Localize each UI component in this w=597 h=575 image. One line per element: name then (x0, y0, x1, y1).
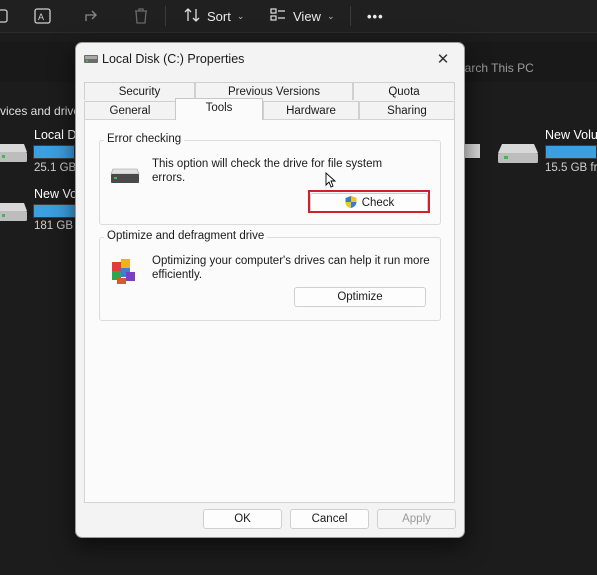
description-line: This option will check the drive for fil… (152, 158, 383, 170)
drive-icon (84, 52, 98, 64)
optimize-button[interactable]: Optimize (294, 287, 426, 307)
hard-drive-icon (0, 199, 28, 228)
more-options-button[interactable]: ••• (367, 6, 384, 26)
view-label: View (293, 8, 321, 24)
apply-button-label: Apply (402, 513, 431, 525)
description-line: efficiently. (152, 269, 203, 281)
cancel-button[interactable]: Cancel (290, 509, 369, 529)
ok-button[interactable]: OK (203, 509, 282, 529)
hard-drive-icon (110, 168, 140, 189)
description-line: Optimizing your computer's drives can he… (152, 255, 430, 267)
description-line: errors. (152, 172, 186, 184)
view-icon (269, 6, 287, 27)
rename-icon[interactable]: A (33, 6, 53, 26)
drive-usage-bar (33, 145, 79, 159)
error-checking-description: This option will check the drive for fil… (152, 157, 382, 185)
defragment-icon (109, 256, 139, 291)
tab-general[interactable]: General (84, 101, 176, 119)
toolbar-separator (350, 6, 351, 26)
optimize-label: Optimize and defragment drive (104, 230, 268, 242)
hard-drive-icon (497, 140, 539, 171)
ok-button-label: OK (234, 513, 251, 525)
explorer-toolbar: A Sort ⌄ View ⌄ ••• (0, 0, 597, 33)
chevron-down-icon: ⌄ (326, 10, 335, 21)
drive-size: 181 GB (34, 220, 73, 232)
cancel-button-label: Cancel (311, 513, 348, 525)
drive-size: 25.1 GB (34, 162, 77, 174)
toolbar-separator (165, 6, 166, 26)
drive-usage-bar (545, 145, 597, 159)
tools-tab-panel: Error checking This option will check th… (84, 119, 455, 503)
dialog-titlebar[interactable]: Local Disk (C:) Properties ✕ (76, 43, 464, 75)
more-icon: ••• (367, 8, 384, 24)
tab-quota[interactable]: Quota (353, 82, 455, 100)
sort-label: Sort (207, 8, 231, 24)
view-button[interactable]: View ⌄ (269, 6, 335, 26)
tab-hardware[interactable]: Hardware (263, 101, 359, 119)
drive-name: New Vol (34, 187, 80, 201)
mouse-cursor-icon (325, 171, 337, 193)
close-icon: ✕ (436, 51, 450, 68)
drive-name: New Volu (545, 128, 597, 142)
drive-size: 15.5 GB fr (545, 162, 597, 174)
optimize-button-label: Optimize (337, 291, 383, 303)
tab-sharing[interactable]: Sharing (359, 101, 455, 119)
copy-icon[interactable] (0, 6, 14, 26)
search-input[interactable]: earch This PC (458, 61, 534, 75)
delete-icon[interactable] (131, 6, 151, 26)
svg-text:A: A (38, 12, 44, 22)
close-button[interactable]: ✕ (430, 48, 456, 70)
properties-dialog: Local Disk (C:) Properties ✕ Security Pr… (75, 42, 465, 538)
sort-icon (183, 6, 201, 27)
dialog-title: Local Disk (C:) Properties (102, 52, 245, 66)
devices-section-header: vices and drive (0, 104, 81, 118)
drive-name: Local D (34, 128, 77, 142)
tab-tools[interactable]: Tools (175, 98, 263, 120)
error-checking-label: Error checking (104, 133, 185, 145)
share-icon[interactable] (82, 6, 102, 26)
highlight-box (308, 190, 430, 213)
drive-usage-bar (33, 204, 79, 218)
sort-button[interactable]: Sort ⌄ (183, 6, 244, 26)
optimize-description: Optimizing your computer's drives can he… (152, 254, 430, 282)
apply-button[interactable]: Apply (377, 509, 456, 529)
chevron-down-icon: ⌄ (236, 10, 245, 21)
hard-drive-icon (0, 140, 28, 169)
